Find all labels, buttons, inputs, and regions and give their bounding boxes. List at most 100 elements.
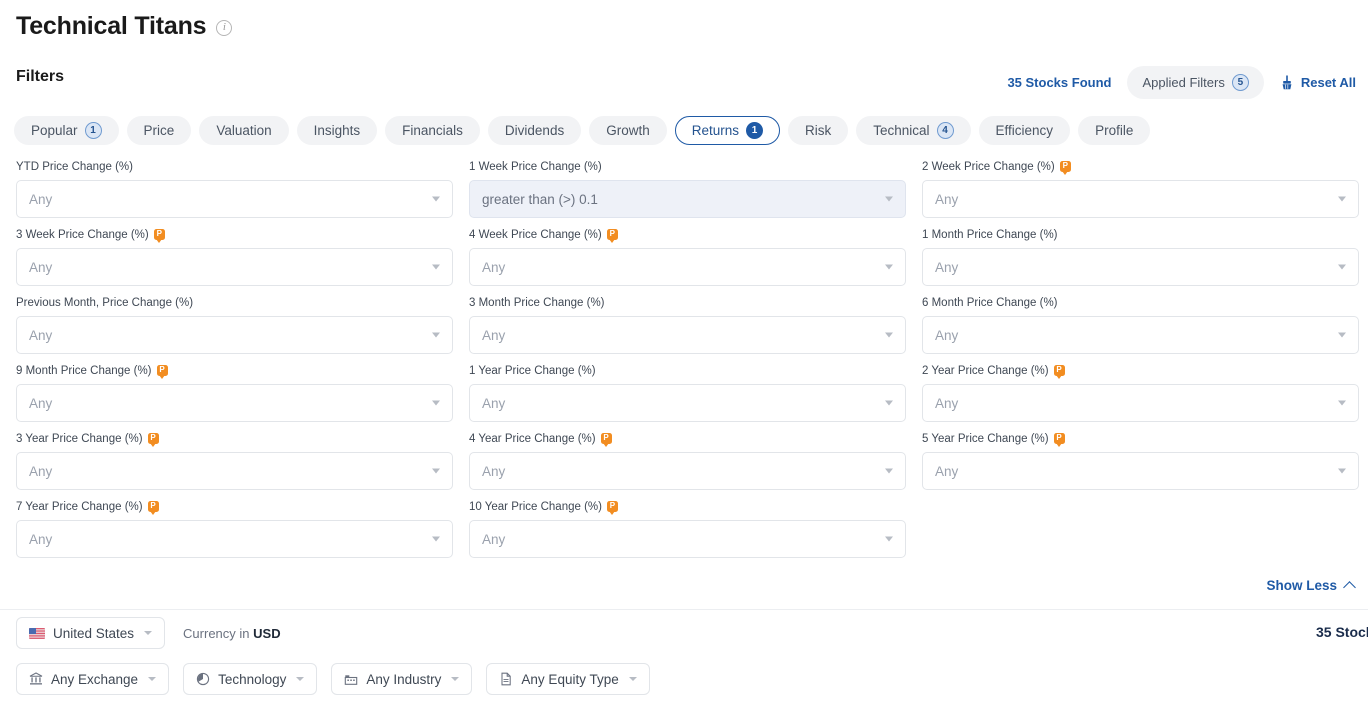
filter-field: 2 Week Price Change (%) P Any [922, 160, 1359, 228]
page-title: Technical Titans [16, 12, 207, 40]
filter-label-row: 1 Year Price Change (%) [469, 364, 906, 378]
filter-select-value: Any [29, 463, 53, 479]
info-icon[interactable]: i [216, 19, 233, 36]
filter-select[interactable]: Any [469, 316, 906, 354]
filter-chip-technology[interactable]: Technology [183, 663, 318, 695]
show-less-button[interactable]: Show Less [1266, 578, 1356, 594]
filter-select-value: Any [482, 327, 506, 343]
tab-label: Financials [402, 123, 463, 138]
filter-select[interactable]: greater than (>) 0.1 [469, 180, 906, 218]
filter-label-row: 4 Year Price Change (%) P [469, 432, 906, 446]
chevron-up-icon [1343, 581, 1356, 594]
reset-all-button[interactable]: Reset All [1280, 75, 1356, 90]
chip-label: Any Equity Type [521, 671, 619, 687]
tab-count-badge: 1 [746, 122, 763, 139]
filter-select[interactable]: Any [16, 452, 453, 490]
filter-field: 9 Month Price Change (%) P Any [16, 364, 453, 432]
tab-profile[interactable]: Profile [1078, 116, 1151, 145]
tab-risk[interactable]: Risk [788, 116, 849, 145]
factory-icon [344, 672, 358, 686]
filter-select[interactable]: Any [16, 520, 453, 558]
filter-label: 1 Month Price Change (%) [922, 229, 1058, 241]
filter-label-row: 2 Year Price Change (%) P [922, 364, 1359, 378]
tab-efficiency[interactable]: Efficiency [978, 116, 1071, 145]
filter-label: 4 Year Price Change (%) [469, 433, 596, 445]
chevron-down-icon [432, 400, 440, 406]
country-selector[interactable]: United States [16, 617, 166, 649]
country-label: United States [53, 625, 135, 641]
filter-field: 10 Year Price Change (%) P Any [469, 500, 906, 568]
filter-select[interactable]: Any [16, 384, 453, 422]
tab-returns[interactable]: Returns 1 [674, 116, 780, 145]
filter-label-row: 3 Month Price Change (%) [469, 296, 906, 310]
tab-popular[interactable]: Popular 1 [14, 116, 119, 145]
tab-label: Efficiency [995, 123, 1054, 138]
page-title-row: Technical Titans i [16, 10, 233, 42]
chevron-down-icon [432, 264, 440, 270]
applied-filters-button[interactable]: Applied Filters 5 [1127, 66, 1264, 99]
filter-label-row: Previous Month, Price Change (%) [16, 296, 453, 310]
filter-field: 3 Week Price Change (%) P Any [16, 228, 453, 296]
chevron-down-icon [432, 468, 440, 474]
tab-technical[interactable]: Technical 4 [856, 116, 971, 145]
filter-select[interactable]: Any [469, 248, 906, 286]
filter-chip-any-industry[interactable]: Any Industry [331, 663, 473, 695]
filter-category-tabs: Popular 1 Price Valuation Insights Financials… [14, 116, 1151, 145]
filter-field: 1 Week Price Change (%) greater than (>) … [469, 160, 906, 228]
tab-growth[interactable]: Growth [589, 116, 667, 145]
broom-icon [1282, 75, 1292, 90]
filter-select[interactable]: Any [469, 452, 906, 490]
tab-label: Popular [31, 123, 78, 138]
filter-select-value: Any [29, 191, 53, 207]
chip-label: Any Exchange [51, 671, 139, 687]
filter-label: YTD Price Change (%) [16, 161, 133, 173]
filter-select[interactable]: Any [922, 248, 1359, 286]
tab-dividends[interactable]: Dividends [487, 116, 582, 145]
filter-select[interactable]: Any [16, 180, 453, 218]
chevron-down-icon [1338, 196, 1346, 202]
tab-label: Price [143, 123, 175, 138]
filter-select[interactable]: Any [922, 384, 1359, 422]
filter-label-row: 9 Month Price Change (%) P [16, 364, 453, 378]
filter-label-row: 3 Week Price Change (%) P [16, 228, 453, 242]
chevron-down-icon [432, 536, 440, 542]
filter-chip-any-equity-type[interactable]: Any Equity Type [486, 663, 650, 695]
tab-financials[interactable]: Financials [385, 116, 480, 145]
filter-label-row: 2 Week Price Change (%) P [922, 160, 1359, 174]
filter-field: 2 Year Price Change (%) P Any [922, 364, 1359, 432]
filter-field: 3 Month Price Change (%) Any [469, 296, 906, 364]
tab-price[interactable]: Price [126, 116, 192, 145]
filter-label: 2 Year Price Change (%) [922, 365, 1049, 377]
filter-select[interactable]: Any [16, 316, 453, 354]
filter-field: 1 Month Price Change (%) Any [922, 228, 1359, 296]
chevron-down-icon [451, 677, 460, 681]
show-less-label: Show Less [1266, 578, 1337, 593]
pro-badge-icon: P [606, 228, 618, 240]
filter-field: 4 Week Price Change (%) P Any [469, 228, 906, 296]
filter-select-value: Any [29, 327, 53, 343]
document-icon [499, 672, 513, 686]
filter-select[interactable]: Any [922, 316, 1359, 354]
filter-select-value: Any [935, 395, 959, 411]
chip-label: Any Industry [366, 671, 442, 687]
tab-label: Returns [691, 123, 739, 138]
filter-select[interactable]: Any [922, 452, 1359, 490]
filter-label-row: 5 Year Price Change (%) P [922, 432, 1359, 446]
tab-insights[interactable]: Insights [296, 116, 378, 145]
filter-select[interactable]: Any [922, 180, 1359, 218]
filter-label: 7 Year Price Change (%) [16, 501, 143, 513]
tab-valuation[interactable]: Valuation [199, 116, 289, 145]
filter-select[interactable]: Any [16, 248, 453, 286]
chevron-down-icon [885, 468, 893, 474]
pro-badge-icon: P [1053, 364, 1065, 376]
filter-select-value: Any [482, 259, 506, 275]
filter-field: 3 Year Price Change (%) P Any [16, 432, 453, 500]
chevron-down-icon [885, 400, 893, 406]
country-currency-row: United States Currency in USD [16, 617, 281, 649]
us-flag-icon [29, 627, 45, 639]
filter-select[interactable]: Any [469, 520, 906, 558]
filter-select-value: Any [29, 531, 53, 547]
filter-label-row: 4 Week Price Change (%) P [469, 228, 906, 242]
filter-select[interactable]: Any [469, 384, 906, 422]
filter-chip-any-exchange[interactable]: Any Exchange [16, 663, 170, 695]
